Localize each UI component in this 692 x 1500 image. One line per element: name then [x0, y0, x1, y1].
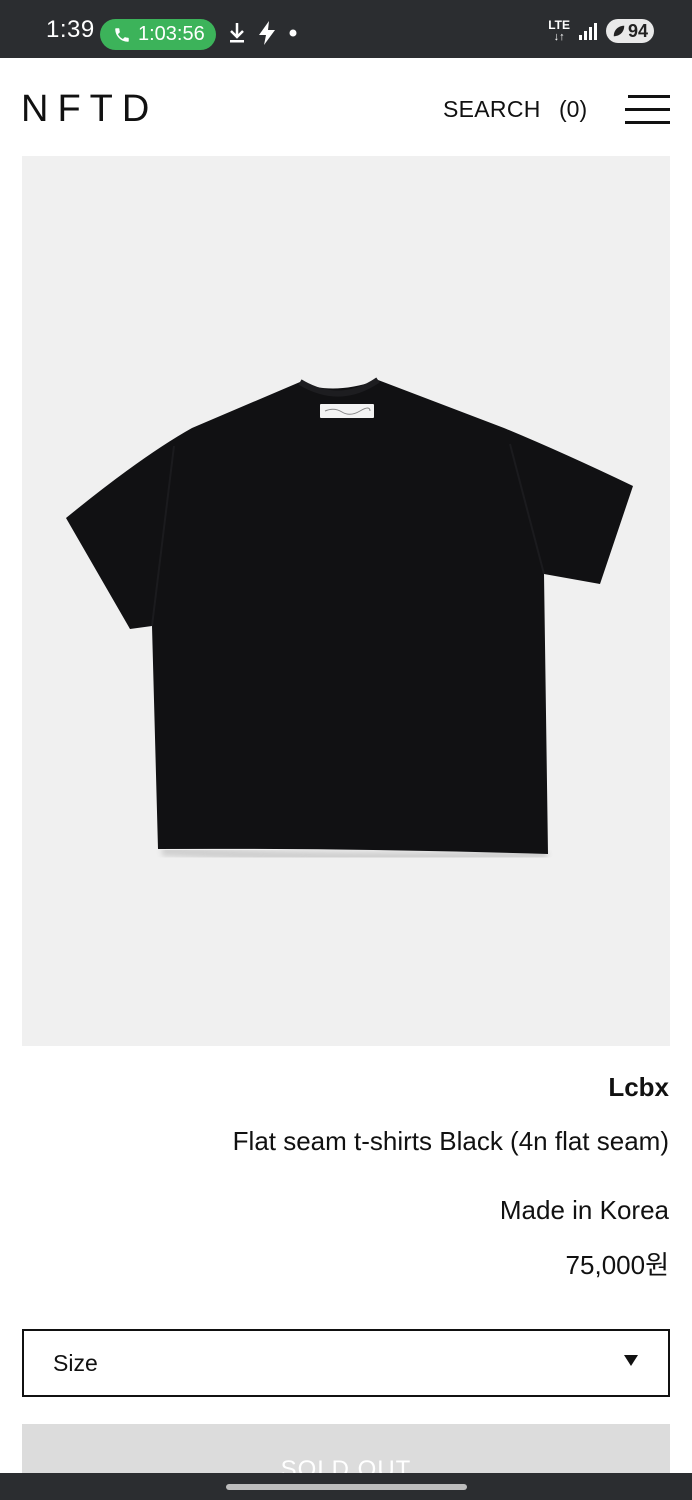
- product-origin: Made in Korea: [499, 1195, 669, 1225]
- status-system-icons: LTE ↓↑ 94: [548, 19, 654, 43]
- battery-saver-leaf-icon: [613, 25, 625, 37]
- site-header: NFTD SEARCH (0): [0, 58, 692, 156]
- system-nav-bar: [0, 1473, 692, 1500]
- site-logo[interactable]: NFTD: [21, 88, 158, 131]
- signal-icon: [579, 23, 597, 40]
- lte-icon: LTE ↓↑: [548, 17, 570, 43]
- product-brand[interactable]: Lcbx: [608, 1072, 669, 1103]
- product-image[interactable]: [22, 156, 670, 1046]
- call-pill[interactable]: 1:03:56: [100, 19, 216, 50]
- product-name: Flat seam t-shirts Black (4n flat seam): [232, 1126, 669, 1156]
- home-indicator[interactable]: [226, 1484, 467, 1490]
- battery-icon: 94: [606, 19, 654, 43]
- size-select[interactable]: Size: [22, 1329, 670, 1397]
- call-timer: 1:03:56: [138, 23, 205, 45]
- phone-icon: [115, 27, 129, 42]
- notification-dot-icon: [289, 29, 297, 37]
- tshirt-image: [66, 377, 633, 862]
- menu-icon[interactable]: [625, 95, 670, 124]
- status-time: 1:39: [46, 16, 95, 43]
- status-bar: 1:39 1:03:56 LTE ↓↑ 94: [0, 0, 692, 58]
- dropdown-caret-icon: [624, 1355, 638, 1366]
- status-notification-icons: [228, 20, 298, 46]
- size-select-value: Size: [53, 1350, 98, 1376]
- search-link[interactable]: SEARCH: [443, 96, 541, 123]
- product-price: 75,000원: [565, 1250, 669, 1280]
- charging-bolt-icon: [259, 21, 275, 45]
- battery-level: 94: [627, 20, 649, 41]
- cart-link[interactable]: (0): [559, 96, 587, 123]
- download-icon: [230, 23, 244, 43]
